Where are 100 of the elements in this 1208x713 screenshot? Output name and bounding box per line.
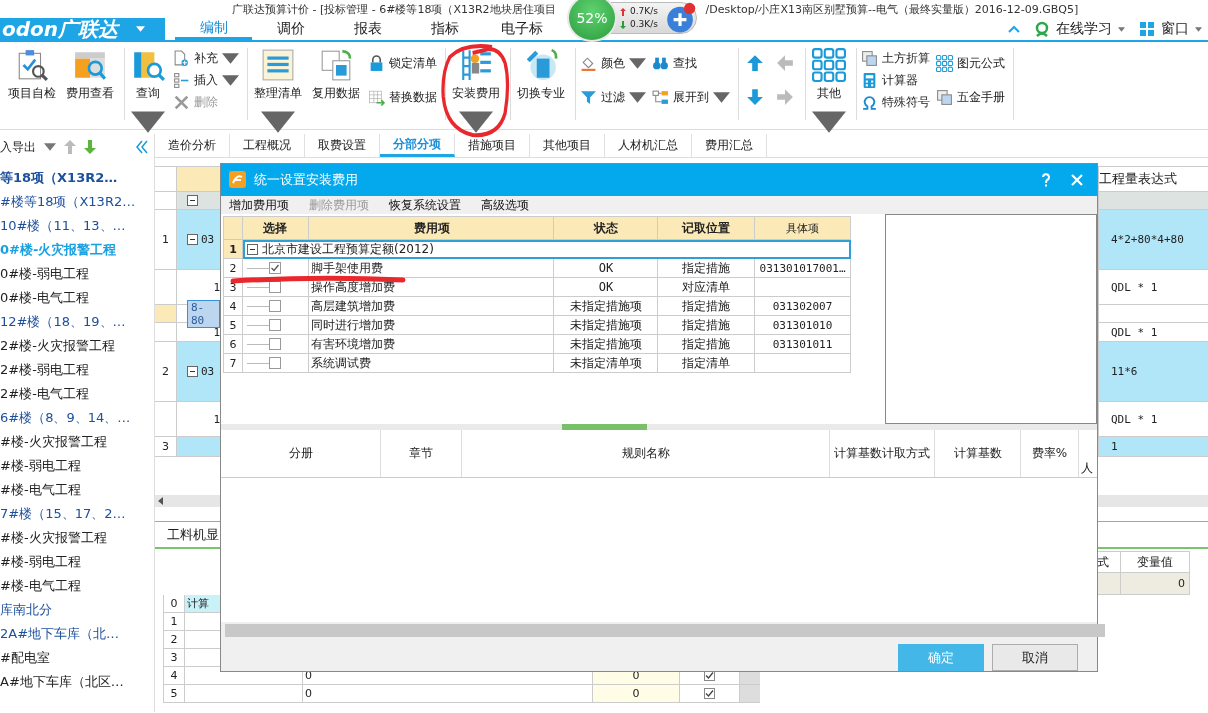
table-cell: 031301010 [772, 318, 833, 332]
file-path: /Desktop/小庄X13南区别墅预算--电气（最终实量版）2016-12-09.GBQ5] [705, 1, 1079, 17]
scrollbar[interactable] [740, 685, 760, 702]
menu-item[interactable]: 增加费用项 [229, 196, 289, 214]
toolbar-button[interactable]: 复用数据 [310, 48, 362, 102]
tree-item[interactable]: 2#楼-弱电工程 [0, 358, 154, 382]
collapse-box-icon[interactable] [187, 195, 198, 206]
worker-ladder-icon [459, 48, 493, 82]
tree-item[interactable]: 库南北分 [0, 598, 154, 622]
table-cell: 0 [632, 687, 640, 700]
table-arrow-icon [368, 88, 385, 106]
collapse-box-icon[interactable] [246, 243, 258, 255]
help-icon[interactable] [1041, 172, 1051, 187]
menu-link[interactable]: 在线学习 [1056, 20, 1112, 38]
tab[interactable]: 取费设置 [305, 134, 380, 157]
tree-item[interactable]: #楼-弱电工程 [0, 550, 154, 574]
checkbox[interactable] [704, 688, 715, 699]
checkbox[interactable] [269, 357, 282, 370]
tree-item[interactable]: #楼-火灾报警工程 [0, 526, 154, 550]
tree-item[interactable]: #楼-弱电工程 [0, 454, 154, 478]
tree-item[interactable]: #楼-火灾报警工程 [0, 430, 154, 454]
tree-item[interactable]: #楼-电气工程 [0, 574, 154, 598]
tree-item[interactable]: 2A#地下车库（北… [0, 622, 154, 646]
toolbar-button[interactable]: 展开到 [652, 82, 730, 112]
tab[interactable]: 措施项目 [455, 134, 530, 157]
menu-link[interactable]: 窗口 [1161, 20, 1189, 38]
menu-item[interactable]: 恢复系统设置 [389, 196, 461, 214]
tree-item[interactable]: 0#楼-弱电工程 [0, 262, 154, 286]
tab[interactable]: 费用汇总 [692, 134, 767, 157]
tree-item[interactable]: 6#楼（8、9、14、… [0, 406, 154, 430]
close-icon[interactable] [1071, 173, 1083, 186]
tree-item[interactable]: 2#楼-电气工程 [0, 382, 154, 406]
row-number: 1 [170, 615, 178, 628]
down-arrow-icon[interactable] [84, 140, 96, 154]
collapse-box-icon[interactable] [187, 234, 198, 245]
collapse-ribbon-icon[interactable] [1008, 25, 1020, 33]
table-cell: 指定措施 [682, 316, 731, 334]
tab[interactable]: 人材机汇总 [605, 134, 692, 157]
column-header: 选择 [263, 219, 288, 237]
toolbar-button[interactable]: 颜色 [580, 48, 646, 78]
cancel-button[interactable]: 取消 [992, 644, 1078, 671]
tab[interactable]: 工程概况 [230, 134, 305, 157]
toolbar-button[interactable]: 切换专业 [515, 48, 567, 102]
tree-item[interactable]: 10#楼（11、13、… [0, 214, 154, 238]
table-cell: 脚手架使用费 [310, 259, 383, 277]
toolbar-button[interactable]: 五金手册 [936, 82, 1005, 112]
ribbon-tab[interactable]: 报表 [329, 18, 406, 40]
toolbar-button[interactable]: 费用查看 [64, 48, 116, 102]
edit-field[interactable]: 8-80 [187, 299, 220, 328]
grid-icon [936, 54, 953, 72]
tree-item[interactable]: #配电室 [0, 646, 154, 670]
import-export-menu[interactable]: 入导出 [0, 138, 36, 156]
tree-item[interactable]: 7#楼（15、17、2… [0, 502, 154, 526]
splitter-handle[interactable] [561, 423, 647, 430]
toolbar-button[interactable]: 锁定清单 [368, 48, 437, 78]
tab[interactable]: 造价分析 [155, 134, 230, 157]
ribbon-tab[interactable]: 编制 [175, 18, 252, 40]
toolbar-button[interactable]: 插入 [173, 70, 239, 90]
table-cell: 指定措施 [682, 297, 731, 315]
checkbox[interactable] [269, 262, 282, 275]
table-row[interactable]: 北京市建设工程预算定额(2012) [242, 240, 851, 260]
ribbon-tab[interactable]: 电子标 [483, 18, 560, 40]
toolbar-button[interactable]: 其他 [810, 48, 848, 139]
tab[interactable]: 其他项目 [530, 134, 605, 157]
down-arrow-icon[interactable] [746, 88, 764, 106]
toolbar-button[interactable]: 图元公式 [936, 48, 1005, 78]
toolbar-button[interactable]: 计算器 [861, 70, 930, 90]
ribbon-tab[interactable]: 指标 [406, 18, 483, 40]
up-arrow-icon[interactable] [64, 140, 76, 154]
collapse-box-icon[interactable] [187, 366, 198, 377]
checkbox[interactable] [269, 338, 282, 351]
checkbox[interactable] [269, 281, 282, 294]
table-cell: 高层建筑增加费 [310, 297, 395, 315]
toolbar-button[interactable]: 过滤 [580, 82, 646, 112]
menu-item[interactable]: 高级选项 [481, 196, 529, 214]
toolbar-button[interactable]: 项目自检 [6, 48, 58, 102]
up-arrow-icon[interactable] [746, 54, 764, 72]
scrollbar-thumb[interactable] [225, 624, 1105, 638]
checkbox[interactable] [269, 319, 282, 332]
toolbar-button[interactable]: 土方折算 [861, 48, 930, 68]
tree-item[interactable]: 等18项（X13R2… [0, 166, 154, 190]
column-header: 工程量表达式 [1099, 170, 1177, 188]
checkbox[interactable] [269, 300, 282, 313]
tree-item[interactable]: #楼-电气工程 [0, 478, 154, 502]
toolbar-button[interactable]: 补充 [173, 48, 239, 68]
ribbon-tab[interactable]: 调价 [252, 18, 329, 40]
tree-item[interactable]: 0#楼-电气工程 [0, 286, 154, 310]
table-cell: 未指定措施项 [569, 335, 642, 353]
tree-item[interactable]: #楼等18项（X13R2… [0, 190, 154, 214]
tab[interactable]: 分部分项 [380, 134, 455, 157]
tree-item[interactable]: 12#楼（18、19、… [0, 310, 154, 334]
column-header: 计算基数 [953, 444, 1002, 462]
column-header: 式 [1097, 553, 1109, 571]
collapse-panel-icon[interactable] [136, 140, 148, 154]
row-number: 4 [229, 299, 237, 313]
tree-item[interactable]: 2#楼-火灾报警工程 [0, 334, 154, 358]
toolbar-button[interactable]: 查找 [652, 48, 730, 78]
toolbar-button[interactable]: 替换数据 [368, 82, 437, 112]
toolbar-button[interactable]: 特殊符号 [861, 92, 930, 112]
tree-item[interactable]: A#地下车库（北区… [0, 670, 154, 694]
